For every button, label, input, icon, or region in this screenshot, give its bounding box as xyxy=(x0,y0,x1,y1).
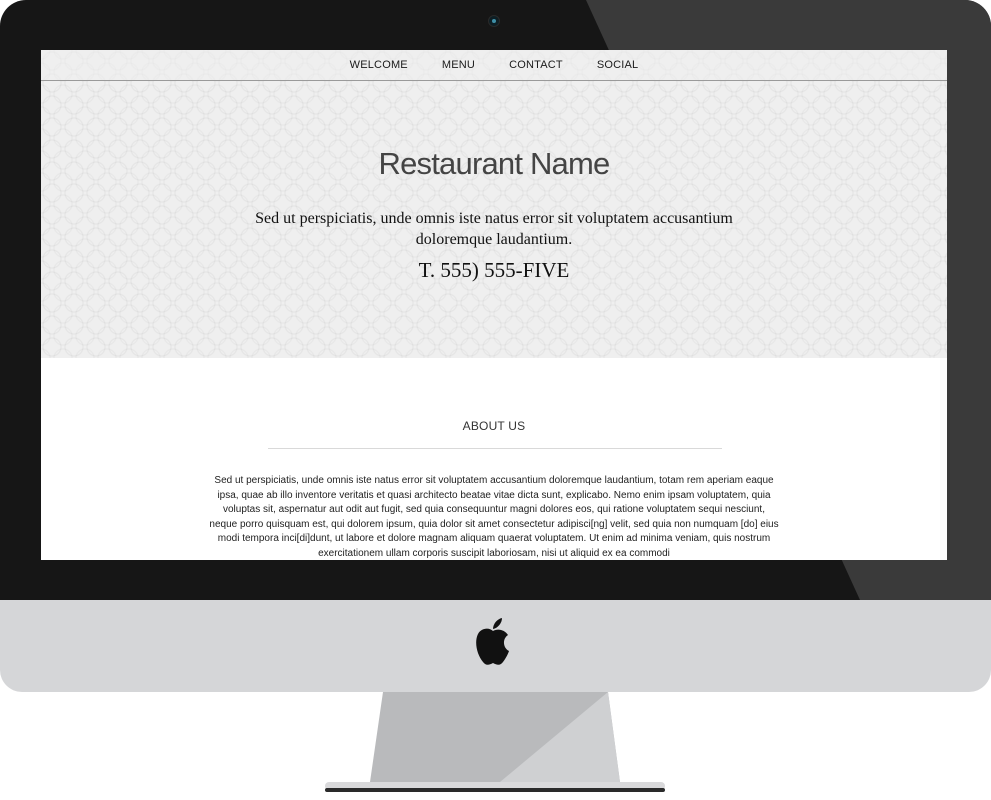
about-divider xyxy=(268,448,722,449)
about-us-heading: ABOUT US xyxy=(462,419,526,433)
phone-number: T. 555) 555-FIVE xyxy=(418,258,570,282)
camera-icon xyxy=(489,16,499,26)
restaurant-name-title: Restaurant Name xyxy=(378,146,611,181)
nav-link-menu[interactable]: MENU xyxy=(425,59,492,71)
hero-section: WELCOME MENU CONTACT SOCIAL Restaurant N… xyxy=(41,50,947,358)
screen: WELCOME MENU CONTACT SOCIAL Restaurant N… xyxy=(41,50,947,560)
about-us-text: Sed ut perspiciatis, unde omnis iste nat… xyxy=(209,475,779,559)
apple-logo-icon xyxy=(476,618,509,665)
top-navbar: WELCOME MENU CONTACT SOCIAL xyxy=(41,50,947,81)
monitor-stand xyxy=(325,692,665,792)
nav-link-contact[interactable]: CONTACT xyxy=(492,59,580,71)
nav-link-social[interactable]: SOCIAL xyxy=(580,59,656,71)
nav-link-welcome[interactable]: WELCOME xyxy=(333,59,425,71)
hero-tagline: Sed ut perspiciatis, unde omnis iste nat… xyxy=(255,210,733,248)
